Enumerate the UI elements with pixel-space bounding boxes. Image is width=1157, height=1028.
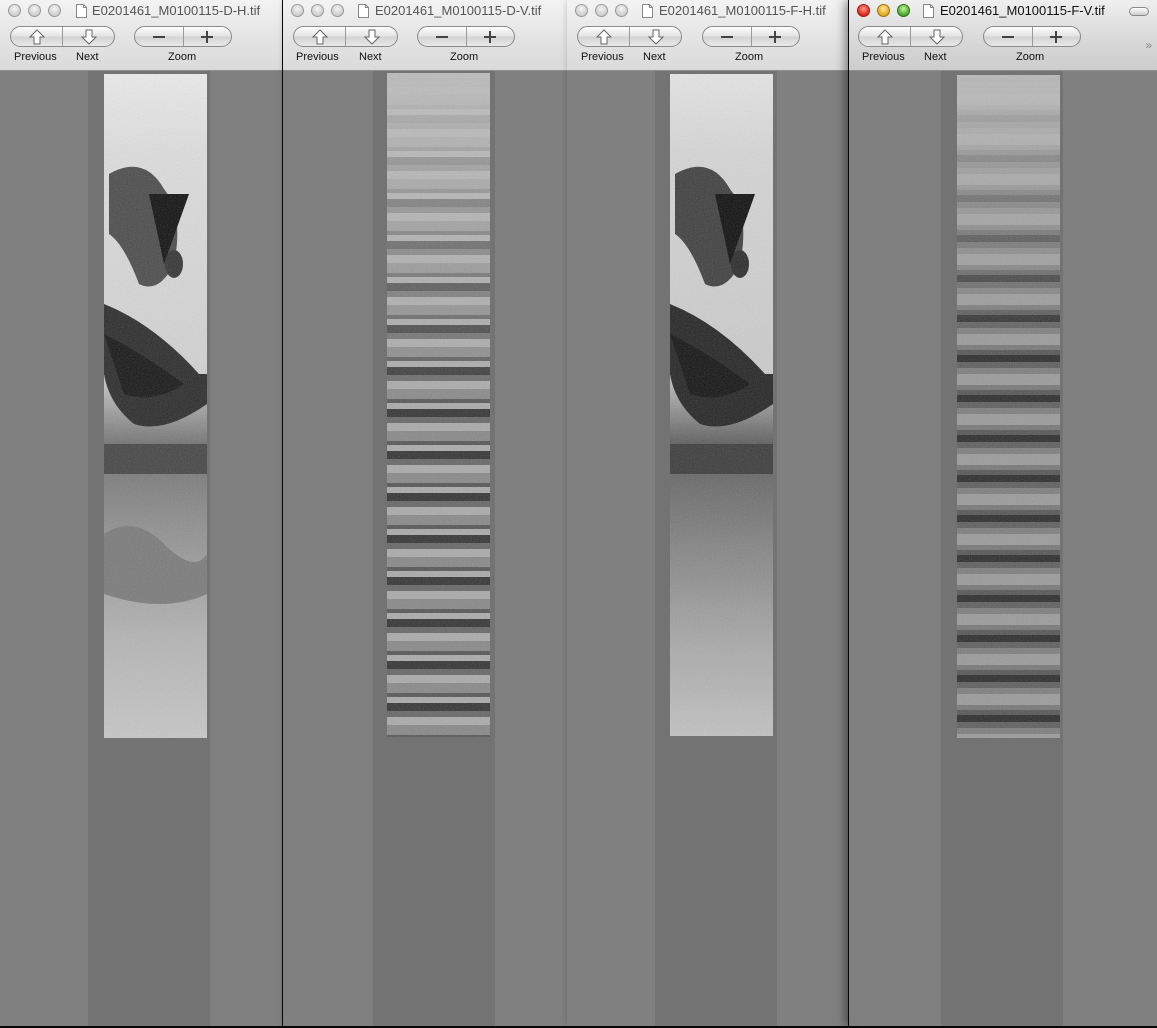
minimize-button[interactable]	[595, 4, 608, 17]
close-button[interactable]	[857, 4, 870, 17]
window-controls	[857, 4, 910, 17]
arrow-up-icon	[595, 28, 612, 44]
zoom-in-button[interactable]	[465, 27, 515, 46]
next-button[interactable]	[345, 27, 397, 46]
zoom-window-button[interactable]	[48, 4, 61, 17]
previous-label: Previous	[14, 51, 57, 63]
zoom-label: Zoom	[735, 51, 764, 63]
minimize-button[interactable]	[28, 4, 41, 17]
close-button[interactable]	[8, 4, 21, 17]
window-controls	[8, 4, 61, 17]
arrow-up-icon	[876, 28, 893, 44]
window-title: E0201461_M0100115-D-H.tif	[92, 3, 261, 18]
minus-icon	[152, 35, 165, 38]
plus-icon	[201, 30, 214, 43]
preview-window-f-h[interactable]: E0201461_M0100115-F-H.tif Previous Next …	[567, 0, 848, 1026]
plus-icon	[769, 30, 782, 43]
window-title: E0201461_M0100115-F-V.tif	[940, 3, 1105, 18]
minus-icon	[435, 35, 448, 38]
zoom-control	[702, 26, 800, 47]
zoom-out-button[interactable]	[703, 27, 751, 46]
next-button[interactable]	[910, 27, 962, 46]
zoom-window-button[interactable]	[897, 4, 910, 17]
zoom-in-button[interactable]	[1031, 27, 1081, 46]
zoom-out-button[interactable]	[135, 27, 183, 46]
zoom-label: Zoom	[450, 51, 479, 63]
zoom-control	[134, 26, 232, 47]
zoom-in-button[interactable]	[182, 27, 232, 46]
tif-image	[670, 74, 773, 736]
image-canvas[interactable]	[0, 71, 282, 1026]
window-controls	[291, 4, 344, 17]
title-bar[interactable]: E0201461_M0100115-F-H.tif Previous Next …	[567, 0, 848, 71]
arrow-down-icon	[80, 29, 97, 45]
tif-image	[104, 74, 207, 738]
document-icon	[642, 4, 653, 18]
previous-label: Previous	[296, 51, 339, 63]
previous-button[interactable]	[578, 27, 629, 46]
arrow-up-icon	[28, 28, 45, 44]
window-title: E0201461_M0100115-F-H.tif	[659, 3, 826, 18]
zoom-window-button[interactable]	[331, 4, 344, 17]
arrow-down-icon	[363, 29, 380, 45]
preview-window-d-h[interactable]: E0201461_M0100115-D-H.tif Previous Next …	[0, 0, 282, 1026]
close-button[interactable]	[291, 4, 304, 17]
arrow-up-icon	[311, 28, 328, 44]
minimize-button[interactable]	[311, 4, 324, 17]
document-icon	[923, 4, 934, 18]
next-label: Next	[924, 51, 947, 63]
plus-icon	[1050, 30, 1063, 43]
previous-button[interactable]	[294, 27, 345, 46]
minus-icon	[1001, 35, 1014, 38]
previous-next-control	[858, 26, 963, 47]
previous-next-control	[10, 26, 115, 47]
tif-image	[387, 73, 490, 737]
next-label: Next	[359, 51, 382, 63]
previous-next-control	[577, 26, 682, 47]
document-icon	[358, 4, 369, 18]
previous-button[interactable]	[11, 27, 62, 46]
document-icon	[76, 4, 87, 18]
next-label: Next	[643, 51, 666, 63]
next-label: Next	[76, 51, 99, 63]
title-bar[interactable]: E0201461_M0100115-D-H.tif Previous Next …	[0, 0, 282, 71]
next-button[interactable]	[629, 27, 681, 46]
title-bar[interactable]: E0201461_M0100115-D-V.tif Previous Next …	[283, 0, 567, 71]
minus-icon	[720, 35, 733, 38]
previous-label: Previous	[581, 51, 624, 63]
minimize-button[interactable]	[877, 4, 890, 17]
arrow-down-icon	[647, 29, 664, 45]
image-canvas[interactable]	[283, 71, 567, 1026]
preview-window-d-v[interactable]: E0201461_M0100115-D-V.tif Previous Next …	[283, 0, 567, 1026]
zoom-label: Zoom	[168, 51, 197, 63]
next-button[interactable]	[62, 27, 114, 46]
window-controls	[575, 4, 628, 17]
title-bar[interactable]: E0201461_M0100115-F-V.tif » Previous Nex…	[849, 0, 1157, 71]
zoom-out-button[interactable]	[984, 27, 1032, 46]
zoom-control	[983, 26, 1081, 47]
tif-image	[957, 75, 1060, 738]
chevron-double-right-icon[interactable]: »	[1145, 38, 1151, 52]
zoom-out-button[interactable]	[418, 27, 466, 46]
previous-button[interactable]	[859, 27, 910, 46]
image-canvas[interactable]	[849, 71, 1157, 1026]
resize-pill-icon[interactable]	[1129, 7, 1149, 16]
zoom-window-button[interactable]	[615, 4, 628, 17]
window-title: E0201461_M0100115-D-V.tif	[375, 3, 542, 18]
image-canvas[interactable]	[567, 71, 848, 1026]
zoom-label: Zoom	[1016, 51, 1045, 63]
previous-next-control	[293, 26, 398, 47]
previous-label: Previous	[862, 51, 905, 63]
preview-window-f-v[interactable]: E0201461_M0100115-F-V.tif » Previous Nex…	[849, 0, 1157, 1026]
arrow-down-icon	[928, 29, 945, 45]
zoom-in-button[interactable]	[750, 27, 800, 46]
plus-icon	[484, 30, 497, 43]
close-button[interactable]	[575, 4, 588, 17]
zoom-control	[417, 26, 515, 47]
